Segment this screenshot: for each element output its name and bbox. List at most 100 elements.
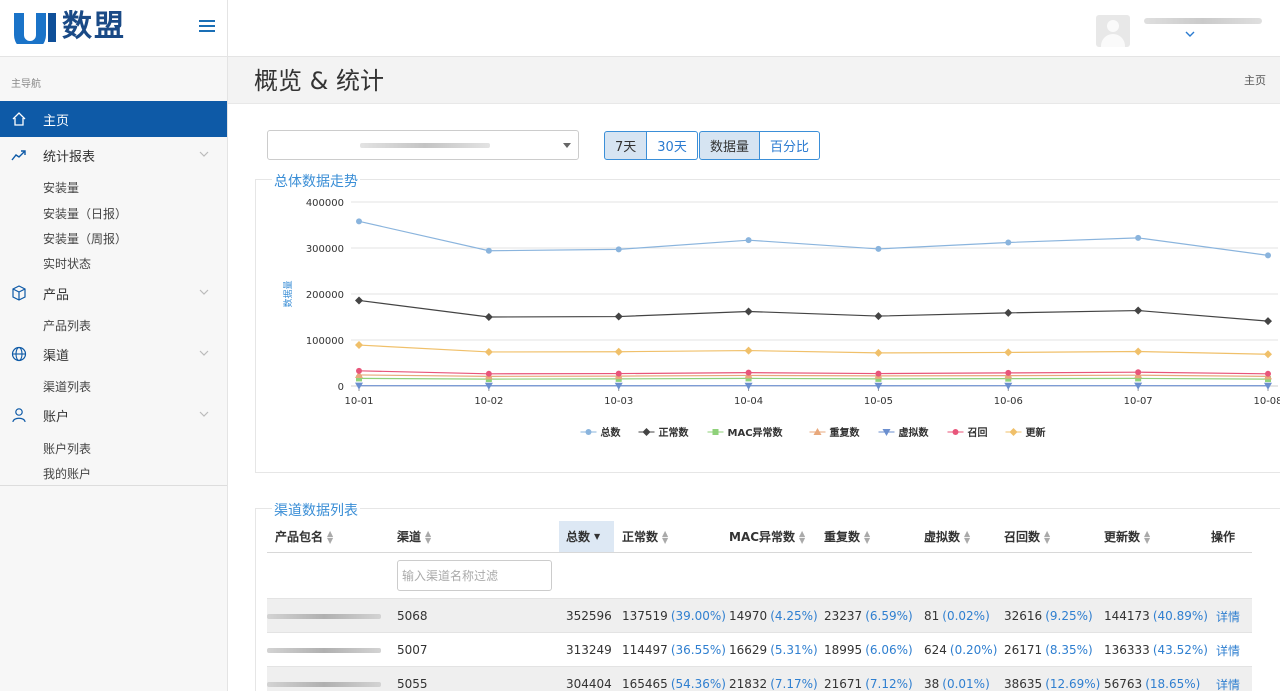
normal-cell: 114497 (36.55%) (622, 633, 726, 667)
virtual-cell: 624 (0.20%) (924, 633, 997, 667)
data-point-series-6 (874, 348, 883, 357)
recall-cell-value: 32616 (1004, 609, 1043, 623)
virtual-cell-value: 624 (924, 643, 947, 657)
column-header-update[interactable]: 更新数 ▲ ▼ (1104, 521, 1150, 552)
column-header-virtual[interactable]: 虚拟数 ▲ ▼ (924, 521, 970, 552)
mac-cell: 21832 (7.17%) (729, 667, 818, 691)
normal-cell-percent: (54.36%) (670, 677, 726, 691)
x-tick-label: 10-05 (864, 396, 893, 407)
sidebar-subitem-account-list[interactable]: 账户列表 (43, 440, 91, 457)
data-point-series-1 (484, 313, 493, 321)
data-point-series-6 (1004, 348, 1013, 357)
detail-link-value[interactable]: 详情 (1216, 642, 1240, 659)
recall-cell-value: 26171 (1004, 643, 1043, 657)
recall-cell-percent: (8.35%) (1045, 643, 1093, 657)
detail-link-value[interactable]: 详情 (1216, 608, 1240, 625)
sidebar-item-accounts[interactable]: 账户 (0, 397, 227, 433)
sidebar-item-products[interactable]: 产品 (0, 275, 227, 311)
detail-link[interactable]: 详情 (1216, 633, 1240, 667)
sidebar-item-channels[interactable]: 渠道 (0, 336, 227, 372)
sidebar-subitem-installs[interactable]: 安装量 (43, 179, 79, 196)
duplicate-cell-percent: (6.59%) (865, 609, 913, 623)
user-menu[interactable] (1096, 12, 1266, 47)
data-point-series-0 (1135, 234, 1142, 241)
total-cell: 313249 (566, 633, 612, 667)
data-point-series-5 (1265, 370, 1271, 377)
sidebar-subitem-installs-weekly[interactable]: 安装量（周报） (43, 230, 127, 247)
logo-icon[interactable] (10, 11, 58, 44)
column-header-duplicate[interactable]: 重复数 ▲ ▼ (824, 521, 870, 552)
trend-chart: 0 100000 200000 300000 400000 数据量 10-01 10-02 10… (282, 198, 1280, 439)
column-header-mac[interactable]: MAC异常数 ▲ ▼ (729, 521, 805, 552)
update-cell-percent: (40.89%) (1152, 609, 1208, 623)
recall-cell: 38635 (12.69%) (1004, 667, 1100, 691)
sidebar-item-label: 账户 (43, 409, 70, 425)
sidebar-item-home[interactable]: 主页 (0, 101, 227, 137)
x-tick-label: 10-04 (734, 396, 763, 407)
legend-marker (1009, 428, 1018, 436)
product-select[interactable] (267, 130, 579, 160)
sidebar-subitem-installs-daily[interactable]: 安装量（日报） (43, 205, 127, 222)
legend-label: 重复数 (830, 426, 861, 439)
package-cell (267, 633, 381, 667)
channel-filter-input[interactable] (397, 560, 552, 591)
sidebar-subitem-my-account[interactable]: 我的账户 (43, 465, 91, 482)
package-name-redacted (267, 681, 381, 687)
update-cell-value: 144173 (1104, 609, 1150, 623)
data-point-series-0 (615, 246, 622, 253)
duplicate-cell-value: 23237 (824, 609, 863, 623)
page-title: 概览 & 统计 (254, 67, 384, 95)
data-point-series-1 (1134, 306, 1143, 315)
mode-button-group: 数据量 百分比 (699, 131, 821, 160)
normal-cell: 165465 (54.36%) (622, 667, 726, 691)
sidebar-subitem-realtime[interactable]: 实时状态 (43, 255, 91, 272)
mode-percent-button[interactable]: 百分比 (760, 131, 821, 160)
sidebar-item-reports[interactable]: 统计报表 (0, 137, 227, 173)
data-point-series-5 (1135, 369, 1142, 376)
data-point-series-5 (1005, 369, 1012, 376)
total-cell-value: 304404 (566, 677, 612, 691)
sidebar-subitem-product-list[interactable]: 产品列表 (43, 317, 91, 334)
column-header-normal[interactable]: 正常数 ▲ ▼ (622, 521, 668, 552)
duplicate-cell: 21671 (7.12%) (824, 667, 913, 691)
chevron-down-icon[interactable] (1185, 29, 1195, 39)
total-cell-value: 313249 (566, 643, 612, 657)
table-row: 5007 313249 114497 (36.55%) 16629 (5.31%) 1899… (267, 632, 1252, 666)
caret-down-icon (563, 143, 571, 148)
detail-link[interactable]: 详情 (1216, 599, 1240, 633)
column-header-total[interactable]: 总数 ▼ (559, 521, 614, 552)
avatar[interactable] (1096, 15, 1130, 47)
mode-count-button[interactable]: 数据量 (699, 131, 761, 160)
detail-link-value[interactable]: 详情 (1216, 676, 1240, 691)
sidebar-item-label: 产品 (43, 287, 70, 303)
recall-cell-percent: (9.25%) (1045, 609, 1093, 623)
menu-toggle-button[interactable] (199, 20, 215, 34)
sidebar-item-label: 主页 (43, 113, 70, 129)
x-tick-label: 10-06 (994, 396, 1023, 407)
virtual-cell: 38 (0.01%) (924, 667, 990, 691)
total-cell: 304404 (566, 667, 612, 691)
breadcrumb[interactable]: 主页 (1244, 72, 1266, 88)
detail-link[interactable]: 详情 (1216, 667, 1240, 691)
series-line-2 (358, 377, 1269, 380)
data-point-series-1 (1264, 317, 1272, 326)
sidebar-subitem-channel-list[interactable]: 渠道列表 (43, 378, 91, 395)
data-point-series-5 (615, 370, 622, 377)
column-header-package[interactable]: 产品包名 ▲ ▼ (275, 521, 333, 552)
package-name-redacted (267, 613, 381, 619)
legend-label: 总数 (601, 426, 622, 439)
mac-cell-percent: (5.31%) (770, 643, 818, 657)
virtual-cell-value: 81 (924, 609, 940, 623)
header-divider (267, 552, 1252, 553)
range-7d-button[interactable]: 7天 (604, 131, 648, 160)
legend-label: 召回 (968, 427, 988, 439)
data-point-series-0 (485, 247, 492, 254)
logo-text[interactable]: 数盟 (62, 9, 126, 45)
data-point-series-0 (1005, 239, 1012, 246)
data-point-series-6 (744, 346, 753, 355)
x-tick-label: 10-08 (1253, 396, 1280, 407)
range-30d-button[interactable]: 30天 (647, 131, 698, 160)
column-header-channel[interactable]: 渠道 ▲ ▼ (397, 521, 431, 552)
normal-cell-percent: (36.55%) (670, 643, 726, 657)
column-header-recall[interactable]: 召回数 ▲ ▼ (1004, 521, 1050, 552)
